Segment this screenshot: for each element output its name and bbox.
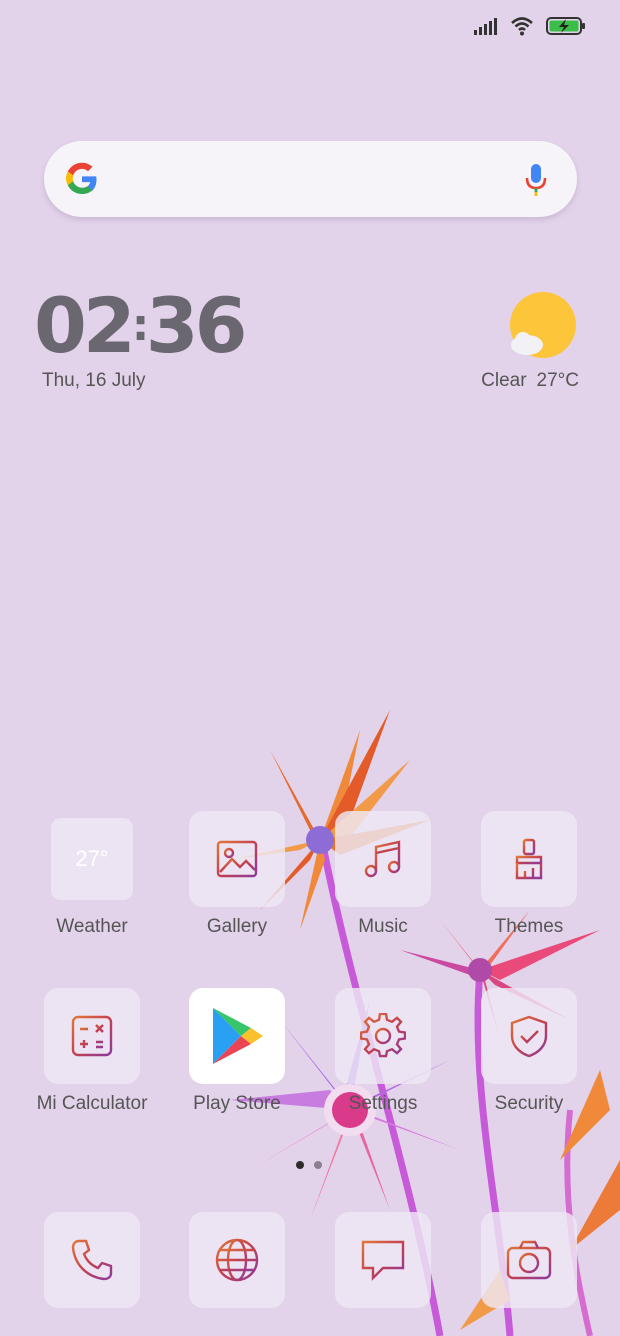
page-dot-active [296,1161,304,1169]
page-indicator[interactable] [296,1161,322,1169]
browser-globe-icon [189,1212,285,1308]
wifi-icon [511,17,533,36]
app-label: Settings [348,1093,418,1114]
battery-charging-icon [546,17,585,35]
dock-browser[interactable] [167,1212,307,1308]
app-mi-calculator[interactable]: Mi Calculator [22,988,162,1115]
status-bar [474,16,586,36]
app-music[interactable]: Music [313,811,453,938]
app-label: Themes [494,916,564,937]
app-label: Music [358,916,408,937]
clock-minutes: 36 [145,281,248,370]
calculator-icon [44,988,140,1084]
dock-messages[interactable] [313,1212,453,1308]
dock-phone[interactable] [22,1212,162,1308]
weather-app-icon: 27° [51,818,133,900]
app-settings[interactable]: Settings [313,988,453,1115]
shield-check-icon [481,988,577,1084]
clock-colon: : [131,300,150,351]
signal-icon [474,18,497,35]
messages-icon [335,1212,431,1308]
music-note-icon [335,811,431,907]
app-gallery[interactable]: Gallery [167,811,307,938]
app-label: Mi Calculator [36,1093,148,1114]
mic-icon[interactable] [525,163,547,197]
camera-icon [481,1212,577,1308]
phone-icon [44,1212,140,1308]
gallery-icon [189,811,285,907]
search-bar[interactable] [44,141,577,217]
dock-camera[interactable] [459,1212,599,1308]
app-play-store[interactable]: Play Store [167,988,307,1115]
weather-condition: Clear [481,370,527,391]
app-label: Play Store [193,1093,281,1114]
app-themes[interactable]: Themes [459,811,599,938]
play-store-icon [189,988,285,1084]
clock-hours: 02 [34,281,136,370]
clock-time[interactable]: 02:36 [34,288,248,364]
app-weather[interactable]: 27° Weather [22,818,162,938]
weather-temp: 27°C [536,370,579,391]
app-label: Security [494,1093,564,1114]
gear-icon [335,988,431,1084]
paintbrush-icon [481,811,577,907]
weather-app-temp: 27° [75,846,109,871]
sun-cloud-icon[interactable] [507,292,579,362]
google-g-icon [66,162,97,194]
app-label: Weather [56,916,128,937]
app-label: Gallery [206,916,268,937]
app-security[interactable]: Security [459,988,599,1115]
clock-date: Thu, 16 July [42,370,146,391]
page-dot [314,1161,322,1169]
weather-summary[interactable]: Clear 27°C [481,370,579,392]
